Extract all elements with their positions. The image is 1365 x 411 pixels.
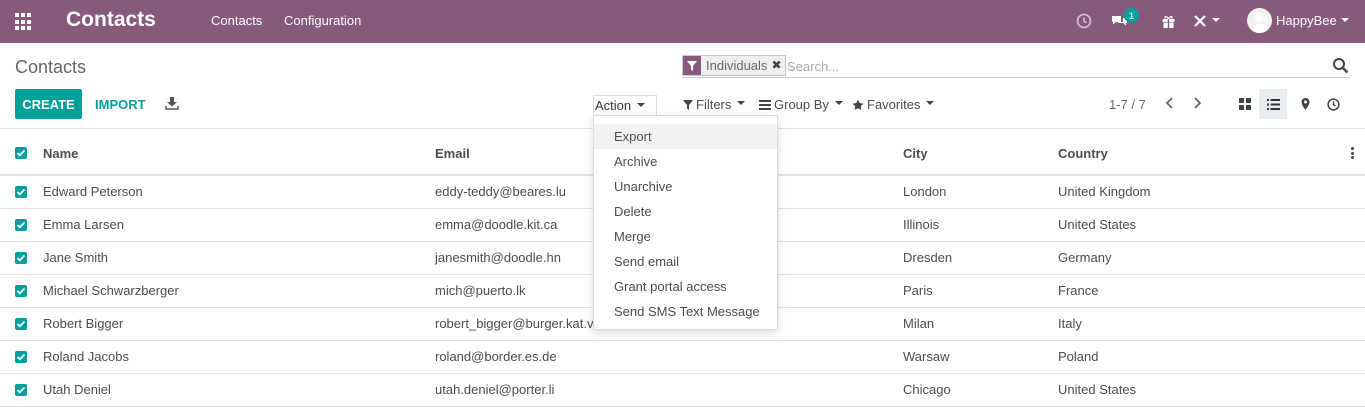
menu-item-configuration[interactable]: Configuration [284,13,361,28]
favorites-chevron-down-icon [926,100,935,105]
download-icon[interactable] [165,96,179,110]
search-bar: Individuals ✖ [682,54,1350,78]
view-kanban-icon[interactable] [1231,89,1259,119]
action-menu-merge[interactable]: Merge [594,224,777,249]
filter-funnel-icon [683,56,701,75]
search-input[interactable] [787,56,1287,76]
cell-country: United Kingdom [1058,184,1151,199]
menu-item-contacts[interactable]: Contacts [211,13,262,28]
action-chevron-down-icon [637,102,646,107]
cell-country: United States [1058,217,1137,232]
cell-email: roland@border.es.de [435,349,557,364]
cell-email: utah.deniel@porter.li [435,382,555,397]
activity-clock-icon[interactable] [1076,11,1092,31]
group-by-chevron-down-icon [834,100,843,105]
cell-email: robert_bigger@burger.kat.vc [435,316,600,331]
top-navbar: Contacts Contacts Configuration 1 HappyB… [0,0,1365,43]
breadcrumb: Contacts [15,57,87,77]
row-checkbox[interactable] [15,351,27,363]
cell-city: Milan [903,316,935,331]
action-menu-send-sms[interactable]: Send SMS Text Message [594,299,777,324]
create-button[interactable]: CREATE [15,89,82,119]
action-menu-send-email[interactable]: Send email [594,249,777,274]
table-row[interactable]: Roland Jacobs roland@border.es.de Warsaw Po… [0,341,1365,374]
cell-email: emma@doodle.kit.ca [435,217,558,232]
cell-email: janesmith@doodle.hn [435,250,561,265]
cell-city: Illinois [903,217,940,232]
user-name[interactable]: HappyBee [1276,13,1337,28]
cell-name: Michael Schwarzberger [43,283,179,298]
action-dropdown-button[interactable]: Action [593,95,657,115]
cell-city: Dresden [903,250,953,265]
table-row[interactable]: Utah Deniel utah.deniel@porter.li Chicago U… [0,374,1365,407]
app-title: Contacts [66,8,156,31]
cell-city: Warsaw [903,349,950,364]
column-header-city[interactable]: City [903,146,928,161]
action-menu-archive[interactable]: Archive [594,149,777,174]
cell-city: Chicago [903,382,951,397]
cell-name: Utah Deniel [43,382,111,397]
cell-country: Germany [1058,250,1112,265]
pager-next-icon[interactable] [1190,96,1204,110]
column-header-name[interactable]: Name [43,146,78,161]
facet-label: Individuals [706,58,768,73]
action-menu-unarchive[interactable]: Unarchive [594,174,777,199]
row-checkbox[interactable] [15,186,27,198]
group-by-icon [759,99,771,110]
row-checkbox[interactable] [15,252,27,264]
avatar[interactable] [1247,8,1272,33]
filters-chevron-down-icon [737,100,746,105]
row-checkbox[interactable] [15,219,27,231]
cell-country: United States [1058,382,1137,397]
row-checkbox[interactable] [15,384,27,396]
facet-remove-icon[interactable]: ✖ [771,56,784,75]
cell-country: Italy [1058,316,1082,331]
action-menu-grant-portal-access[interactable]: Grant portal access [594,274,777,299]
cell-name: Edward Peterson [43,184,143,199]
user-chevron-down-icon[interactable] [1341,18,1349,22]
cell-name: Robert Bigger [43,316,124,331]
filter-icon [683,99,693,110]
select-all-checkbox[interactable] [15,147,27,159]
pager-previous-icon[interactable] [1163,96,1177,110]
cell-country: France [1058,283,1099,298]
action-menu-export[interactable]: Export [594,124,777,149]
column-header-email[interactable]: Email [435,146,470,161]
search-facet: Individuals ✖ [682,55,786,76]
view-list-icon[interactable] [1259,89,1287,119]
cell-city: London [903,184,947,199]
cell-name: Jane Smith [43,250,109,265]
favorites-label: Favorites [867,97,921,112]
cell-country: Poland [1058,349,1099,364]
column-header-country[interactable]: Country [1058,146,1108,161]
cell-city: Paris [903,283,933,298]
action-menu-delete[interactable]: Delete [594,199,777,224]
row-checkbox[interactable] [15,318,27,330]
optional-columns-icon[interactable] [1351,147,1355,159]
row-checkbox[interactable] [15,285,27,297]
view-activity-icon[interactable] [1319,89,1347,119]
filters-label: Filters [696,97,732,112]
favorites-button[interactable]: Favorites [852,97,935,112]
action-dropdown-menu: Export Archive Unarchive Delete Merge Se… [593,115,778,330]
cell-email: eddy-teddy@beares.lu [435,184,566,199]
pager-value: 1-7 / 7 [1109,97,1146,112]
debug-chevron-down-icon[interactable] [1212,18,1220,22]
group-by-label: Group By [774,97,829,112]
star-icon [852,99,864,110]
search-icon[interactable] [1332,57,1350,75]
import-button[interactable]: IMPORT [95,97,146,112]
view-map-icon[interactable] [1291,89,1319,119]
gift-icon[interactable] [1160,11,1176,31]
group-by-button[interactable]: Group By [759,97,843,112]
messages-badge: 1 [1124,8,1139,23]
cell-name: Emma Larsen [43,217,124,232]
cell-name: Roland Jacobs [43,349,129,364]
filters-button[interactable]: Filters [683,97,746,112]
action-label: Action [595,98,632,113]
debug-tools-icon[interactable] [1192,11,1208,31]
apps-menu-icon[interactable] [15,13,33,31]
cell-email: mich@puerto.lk [435,283,526,298]
